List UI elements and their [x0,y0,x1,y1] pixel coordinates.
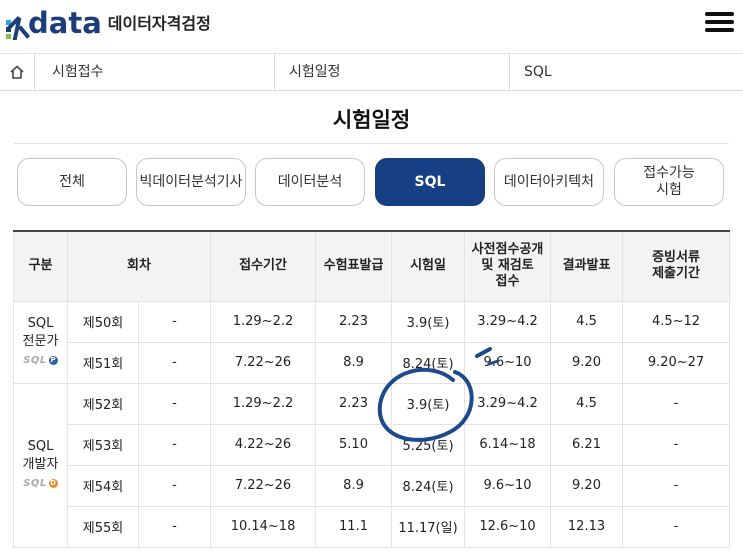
documents-cell: - [622,382,731,425]
round-cell: 제53회 [67,423,139,466]
page-title: 시험일정 [332,108,411,132]
header-category: 구분 [13,230,68,302]
documents-cell: 4.5~12 [622,300,731,343]
registration-cell: 7.22~26 [210,341,317,384]
group-label: SQL 전문가 [22,315,59,349]
result-cell: 9.20 [550,464,624,507]
round-cell: 제50회 [67,300,139,343]
registration-cell: 7.22~26 [210,464,317,507]
round-note-cell: - [137,382,212,425]
k-logo-icon [6,12,31,40]
prerelease-cell: 9.6~10 [464,341,552,384]
prerelease-cell: 6.14~18 [464,423,552,466]
tab-open-exams[interactable]: 접수가능 시험 [614,158,724,206]
top-bar: data 데이터자격검정 [0,0,743,54]
exam-date-cell: 11.17(일) [391,505,466,548]
logo-word: data [28,6,102,40]
header-result: 결과발표 [550,230,624,302]
round-note-cell: - [137,300,212,343]
header-admission-ticket: 수험표발급 [315,230,393,302]
admission-cell: 11.1 [315,505,393,548]
table-row: SQL 전문가 SQL P 제50회 - 1.29~2.2 2.23 3.9(토… [13,300,731,384]
tab-sql[interactable]: SQL [375,158,485,206]
registration-cell: 4.22~26 [210,423,317,466]
group-label: SQL 개발자 [22,438,59,472]
result-cell: 12.13 [550,505,624,548]
round-cell: 제54회 [67,464,139,507]
title-divider [14,143,729,144]
exam-date-cell: 8.24(토) [391,341,466,384]
result-cell: 4.5 [550,382,624,425]
result-cell: 4.5 [550,300,624,343]
header-registration-period: 접수기간 [210,230,317,302]
documents-cell: - [622,423,731,466]
breadcrumb: 시험접수 시험일정 SQL [0,54,743,91]
prerelease-cell: 12.6~10 [464,505,552,548]
header-prerelease-review: 사전점수공개 및 재검토 접수 [464,230,552,302]
admission-cell: 8.9 [315,464,393,507]
result-cell: 9.20 [550,341,624,384]
breadcrumb-item-schedule[interactable]: 시험일정 [289,54,341,90]
prerelease-cell: 3.29~4.2 [464,382,552,425]
admission-cell: 5.10 [315,423,393,466]
exam-date-cell: 5.25(토) [391,423,466,466]
round-cell: 제51회 [67,341,139,384]
tab-data-architecture[interactable]: 데이터아키텍처 [494,158,604,206]
header-exam-date: 시험일 [391,230,466,302]
documents-cell: - [622,505,731,548]
table-row: 제53회 - 4.22~26 5.10 5.25(토) 6.14~18 6.21… [14,423,731,466]
round-cell: 제52회 [67,382,139,425]
admission-cell: 2.23 [315,300,393,343]
menu-icon[interactable] [705,12,734,32]
admission-cell: 2.23 [315,382,393,425]
round-note-cell: - [137,423,212,466]
documents-cell: 9.20~27 [622,341,731,384]
table-row: SQL 개발자 SQL D 제52회 - 1.29~2.2 2.23 3.9(토… [13,382,731,548]
kdata-logo[interactable]: data 데이터자격검정 [6,6,211,40]
logo-subtitle: 데이터자격검정 [107,14,211,33]
tab-data-analysis[interactable]: 데이터분석 [255,158,365,206]
sql-developer-badge-icon: SQL D [23,477,58,489]
registration-cell: 1.29~2.2 [210,382,317,425]
round-note-cell: - [137,505,212,548]
group-cell-sql-expert: SQL 전문가 SQL P [13,300,68,384]
exam-date-cell: 8.24(토) [391,464,466,507]
breadcrumb-item-sql[interactable]: SQL [524,54,552,90]
tab-all[interactable]: 전체 [17,158,127,206]
registration-cell: 1.29~2.2 [210,300,317,343]
documents-cell: - [622,464,731,507]
table-row: 제55회 - 10.14~18 11.1 11.17(일) 12.6~10 12… [14,505,731,548]
group-cell-sql-developer: SQL 개발자 SQL D [13,382,68,548]
result-cell: 6.21 [550,423,624,466]
schedule-table: 구분 회차 접수기간 수험표발급 시험일 사전점수공개 및 재검토 접수 결과발… [13,230,731,548]
round-note-cell: - [137,341,212,384]
table-row: 제51회 - 7.22~26 8.9 8.24(토) 9.6~10 9.20 9… [14,341,731,384]
prerelease-cell: 3.29~4.2 [464,300,552,343]
registration-cell: 10.14~18 [210,505,317,548]
exam-date-cell: 3.9(토) [391,382,466,425]
admission-cell: 8.9 [315,341,393,384]
home-icon[interactable] [0,54,35,90]
prerelease-cell: 9.6~10 [464,464,552,507]
round-cell: 제55회 [67,505,139,548]
tab-bigdata[interactable]: 빅데이터분석기사 [136,158,246,206]
exam-date-cell: 3.9(토) [391,300,466,343]
table-row: 제54회 - 7.22~26 8.9 8.24(토) 9.6~10 9.20 - [14,464,731,507]
header-documents-period: 증빙서류 제출기간 [622,230,731,302]
round-note-cell: - [137,464,212,507]
header-round: 회차 [66,230,212,302]
sql-expert-badge-icon: SQL P [23,354,58,366]
breadcrumb-item-registration[interactable]: 시험접수 [52,54,104,90]
